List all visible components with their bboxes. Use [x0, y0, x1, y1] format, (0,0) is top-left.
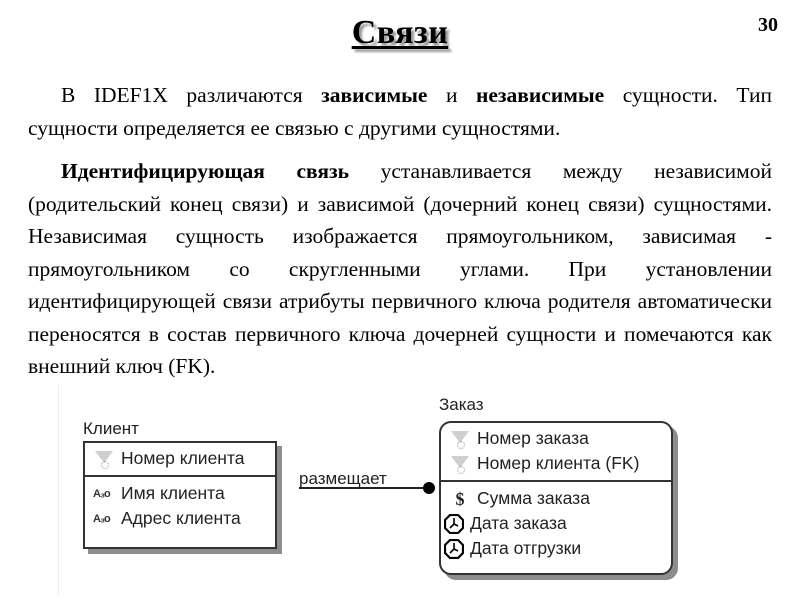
- attribute-row: $ Сумма заказа: [441, 486, 671, 511]
- er-diagram: Клиент Номер клиента A₃o Имя клиента A₃o…: [58, 385, 749, 595]
- money-icon: $: [455, 488, 465, 509]
- entity-name-order: Заказ: [439, 395, 484, 414]
- clock-icon: [443, 513, 465, 534]
- entity-name-client: Клиент: [83, 419, 139, 438]
- attribute-label: Адрес клиента: [121, 508, 241, 528]
- attribute-row: Дата заказа: [441, 511, 671, 536]
- attribute-section: $ Сумма заказа Дата заказа Дата отгрузки: [441, 482, 671, 561]
- attribute-label: Номер клиента (FK): [477, 453, 640, 473]
- text-type-icon: A₃o: [93, 487, 111, 500]
- attribute-label: Номер заказа: [477, 428, 589, 448]
- attribute-section: A₃o Имя клиента A₃o Адрес клиента: [85, 477, 275, 531]
- attribute-row: Номер клиента (FK): [441, 451, 671, 476]
- clock-icon: [443, 538, 465, 559]
- attribute-row: A₃o Адрес клиента: [85, 506, 275, 531]
- term-dependent: зависимые: [321, 83, 428, 107]
- text-type-icon: A₃o: [93, 512, 111, 525]
- entity-order: Номер заказа Номер клиента (FK) $ Сумма …: [439, 421, 673, 575]
- key-icon: [449, 454, 471, 474]
- relationship-label: размещает: [299, 469, 387, 488]
- page-number: 30: [758, 14, 778, 36]
- attribute-label: Дата отгрузки: [470, 538, 582, 558]
- attribute-row: Номер заказа: [441, 426, 671, 451]
- primary-key-section: Номер заказа Номер клиента (FK): [441, 423, 671, 482]
- attribute-label: Номер клиента: [121, 448, 245, 468]
- term-identifying-relationship: Идентифицирующая связь: [61, 159, 349, 183]
- paragraph-identifying-relationship: Идентифицирующая связь устанавливается м…: [28, 155, 772, 383]
- relationship-child-dot: [423, 482, 435, 494]
- key-icon: [93, 449, 115, 469]
- key-icon: [449, 429, 471, 449]
- text-run: В IDEF1X различаются: [61, 83, 322, 107]
- primary-key-section: Номер клиента: [85, 443, 275, 477]
- attribute-row: A₃o Имя клиента: [85, 481, 275, 506]
- term-independent: независимые: [475, 83, 605, 107]
- text-run: и: [427, 83, 476, 107]
- relationship-line: [299, 487, 429, 489]
- attribute-label: Дата заказа: [470, 513, 567, 533]
- attribute-row: Номер клиента: [85, 446, 275, 471]
- paragraph-entity-types: В IDEF1X различаются зависимые и независ…: [28, 79, 772, 144]
- attribute-row: Дата отгрузки: [441, 536, 671, 561]
- attribute-label: Сумма заказа: [477, 488, 590, 508]
- entity-client: Номер клиента A₃o Имя клиента A₃o Адрес …: [83, 441, 277, 549]
- text-run: устанавливается между независимой (родит…: [28, 159, 773, 378]
- slide-title: Связи: [351, 14, 449, 51]
- attribute-label: Имя клиента: [121, 483, 225, 503]
